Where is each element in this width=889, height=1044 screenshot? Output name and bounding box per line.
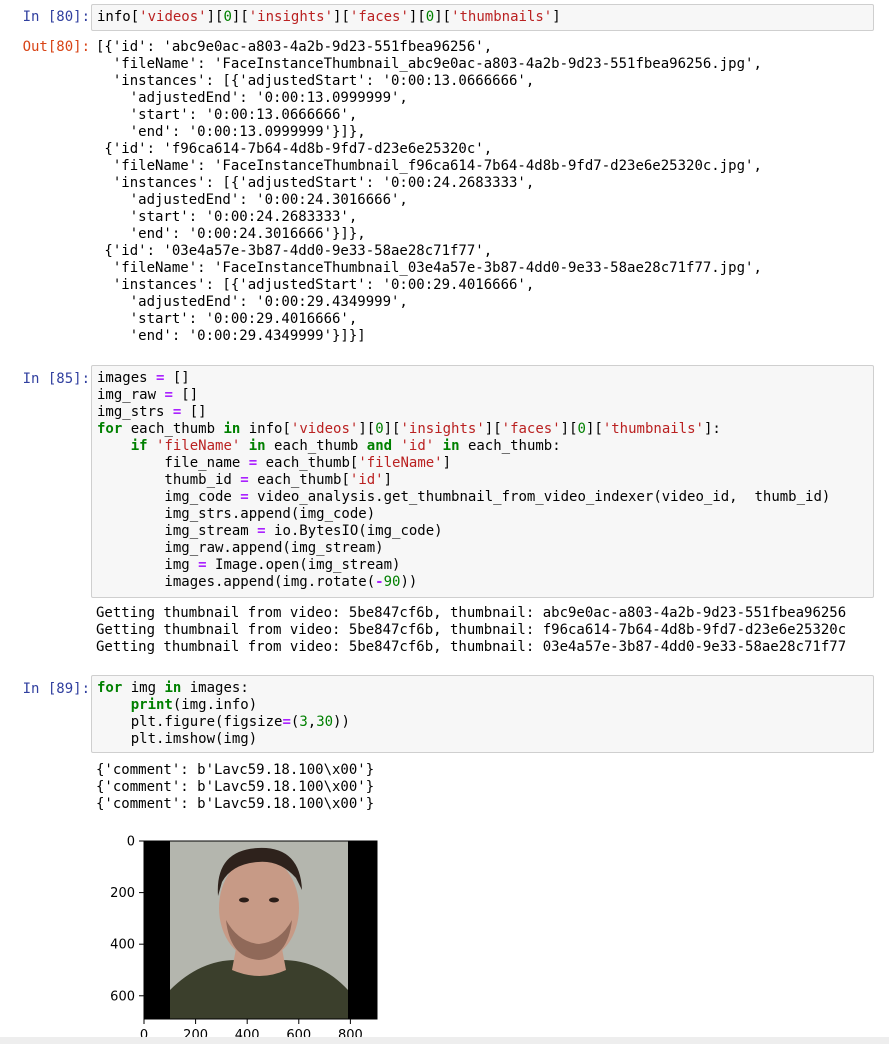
- code-input-cell[interactable]: info['videos'][0]['insights']['faces'][0…: [91, 4, 874, 31]
- output-text: [{'id': 'abc9e0ac-a803-4a2b-9d23-551fbea…: [96, 39, 762, 344]
- code-block[interactable]: info['videos'][0]['insights']['faces'][0…: [92, 5, 873, 30]
- y-axis: 0 200 400 600: [110, 835, 144, 1004]
- in-prompt: In [89]:: [22, 681, 90, 697]
- out-prompt: Out[80]:: [22, 39, 90, 55]
- x-tick-label: 200: [183, 1028, 208, 1037]
- imshow-plot: 0 200 400 600 0 200 400 600 800: [110, 835, 378, 1037]
- image-eye-right: [269, 897, 279, 903]
- x-tick-label: 0: [140, 1028, 148, 1037]
- code-input-cell[interactable]: images = [] img_raw = [] img_strs = [] f…: [91, 365, 874, 598]
- y-tick-label: 600: [110, 989, 135, 1004]
- in-prompt: In [85]:: [22, 371, 90, 387]
- y-tick-label: 200: [110, 886, 135, 901]
- output-text: Getting thumbnail from video: 5be847cf6b…: [96, 605, 847, 655]
- code-block[interactable]: for img in images: print(img.info) plt.f…: [92, 676, 873, 752]
- x-axis: 0 200 400 600 800: [140, 1019, 363, 1037]
- y-tick-label: 400: [110, 938, 135, 953]
- x-tick-label: 400: [235, 1028, 260, 1037]
- y-tick-label: 0: [127, 835, 135, 850]
- x-tick-label: 600: [286, 1028, 311, 1037]
- code-input-cell[interactable]: for img in images: print(img.info) plt.f…: [91, 675, 874, 753]
- output-text: {'comment': b'Lavc59.18.100\x00'} {'comm…: [96, 762, 375, 812]
- x-tick-label: 800: [338, 1028, 363, 1037]
- image-eye-left: [239, 897, 249, 903]
- image-frame: [143, 840, 378, 1020]
- horizontal-scrollbar[interactable]: [0, 1037, 889, 1044]
- code-block[interactable]: images = [] img_raw = [] img_strs = [] f…: [92, 366, 873, 595]
- in-prompt: In [80]:: [22, 9, 90, 25]
